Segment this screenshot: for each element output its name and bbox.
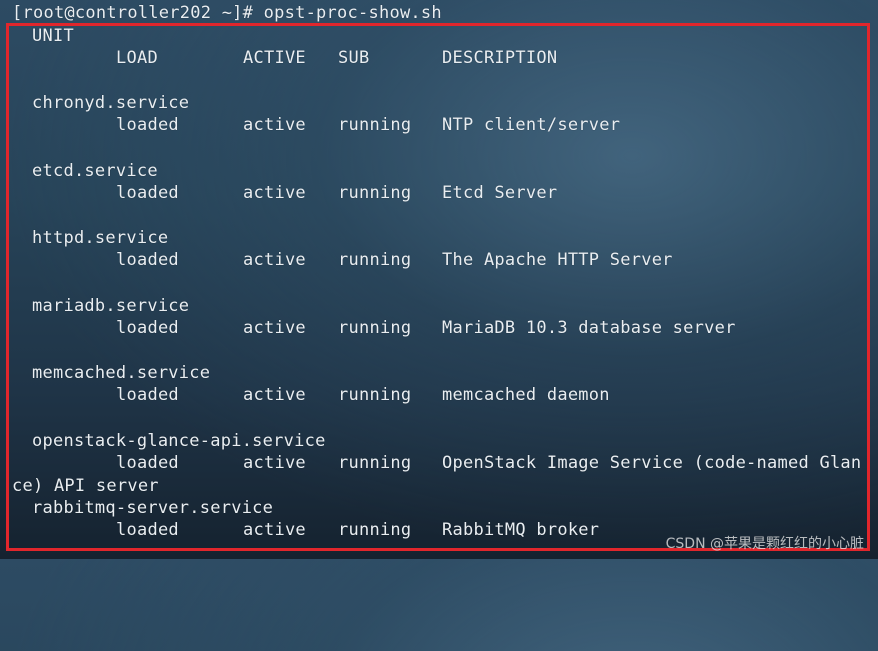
- service-status-row: loaded active running MariaDB 10.3 datab…: [0, 317, 878, 339]
- service-description: The Apache HTTP Server: [442, 250, 673, 270]
- service-description: MariaDB 10.3 database server: [442, 318, 736, 338]
- service-status-row: loaded active running Etcd Server: [0, 182, 878, 204]
- header-sub: SUB: [338, 48, 370, 68]
- load-state: loaded: [116, 115, 179, 135]
- load-state: loaded: [116, 385, 179, 405]
- sub-state: running: [338, 183, 412, 203]
- load-state: loaded: [116, 183, 179, 203]
- header-description: DESCRIPTION: [442, 48, 558, 68]
- header-row: LOAD ACTIVE SUB DESCRIPTION: [0, 47, 878, 69]
- service-status-row: loaded active running memcached daemon: [0, 384, 878, 406]
- header-load: LOAD: [116, 48, 158, 68]
- service-description: memcached daemon: [442, 385, 610, 405]
- service-status-row: loaded active running OpenStack Image Se…: [0, 452, 878, 474]
- active-state: active: [243, 520, 306, 540]
- load-state: loaded: [116, 250, 179, 270]
- service-description: NTP client/server: [442, 115, 621, 135]
- service-unit: mariadb.service: [32, 296, 190, 316]
- service-unit: chronyd.service: [32, 93, 190, 113]
- sub-state: running: [338, 250, 412, 270]
- csdn-watermark: CSDN @苹果是颗红红的小心脏: [665, 536, 864, 552]
- load-state: loaded: [116, 318, 179, 338]
- active-state: active: [243, 453, 306, 473]
- active-state: active: [243, 115, 306, 135]
- command-prompt: [root@controller202 ~]# opst-proc-show.s…: [12, 3, 442, 23]
- service-unit: openstack-glance-api.service: [32, 431, 326, 451]
- service-status-row: loaded active running The Apache HTTP Se…: [0, 249, 878, 271]
- header-active: ACTIVE: [243, 48, 306, 68]
- service-description: OpenStack Image Service (code-named Glan: [442, 453, 862, 473]
- load-state: loaded: [116, 520, 179, 540]
- service-unit: etcd.service: [32, 161, 158, 181]
- service-unit: httpd.service: [32, 228, 169, 248]
- service-status-row: loaded active running NTP client/server: [0, 114, 878, 136]
- header-unit: UNIT: [32, 26, 74, 46]
- sub-state: running: [338, 318, 412, 338]
- sub-state: running: [338, 520, 412, 540]
- load-state: loaded: [116, 453, 179, 473]
- service-unit: rabbitmq-server.service: [32, 498, 274, 518]
- service-description: Etcd Server: [442, 183, 558, 203]
- active-state: active: [243, 250, 306, 270]
- wrapped-description-line: ce) API server: [12, 476, 159, 496]
- sub-state: running: [338, 453, 412, 473]
- service-description: RabbitMQ broker: [442, 520, 600, 540]
- active-state: active: [243, 183, 306, 203]
- sub-state: running: [338, 115, 412, 135]
- service-unit: memcached.service: [32, 363, 211, 383]
- sub-state: running: [338, 385, 412, 405]
- active-state: active: [243, 385, 306, 405]
- active-state: active: [243, 318, 306, 338]
